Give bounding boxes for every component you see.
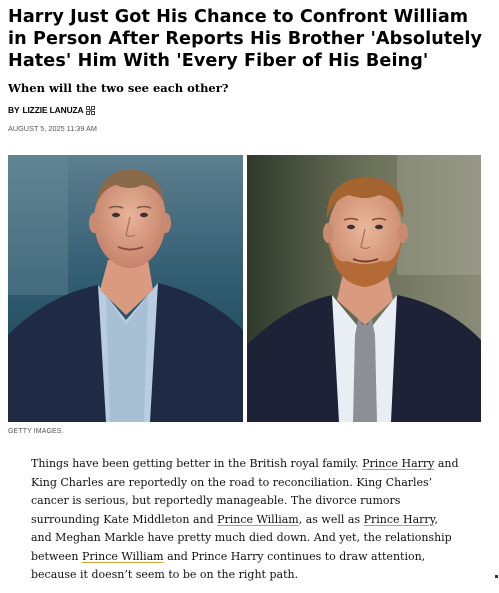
link-prince-william[interactable]: Prince William xyxy=(217,513,299,526)
share-icon[interactable] xyxy=(86,105,96,115)
article-headline: Harry Just Got His Chance to Confront Wi… xyxy=(8,7,483,71)
page-edge-mark xyxy=(495,575,498,578)
body-text-1: Things have been getting better in the B… xyxy=(31,457,363,470)
article-body-paragraph: Things have been getting better in the B… xyxy=(31,455,461,585)
link-prince-harry-2[interactable]: Prince Harry xyxy=(364,513,435,526)
body-text-3: , as well as xyxy=(298,512,364,526)
image-credit: GETTY IMAGES. xyxy=(8,428,64,435)
photo-prince-william xyxy=(8,155,243,422)
article-dek: When will the two see each other? xyxy=(8,81,229,95)
byline: BY LIZZIE LANUZA xyxy=(8,104,96,116)
publish-date: AUGUST 5, 2025 11:39 AM xyxy=(8,124,97,133)
link-prince-william-2[interactable]: Prince William xyxy=(82,550,164,563)
author-link[interactable]: LIZZIE LANUZA xyxy=(22,104,83,116)
byline-prefix: BY xyxy=(8,105,20,115)
link-prince-harry[interactable]: Prince Harry xyxy=(362,457,434,470)
photo-prince-harry xyxy=(247,155,481,422)
